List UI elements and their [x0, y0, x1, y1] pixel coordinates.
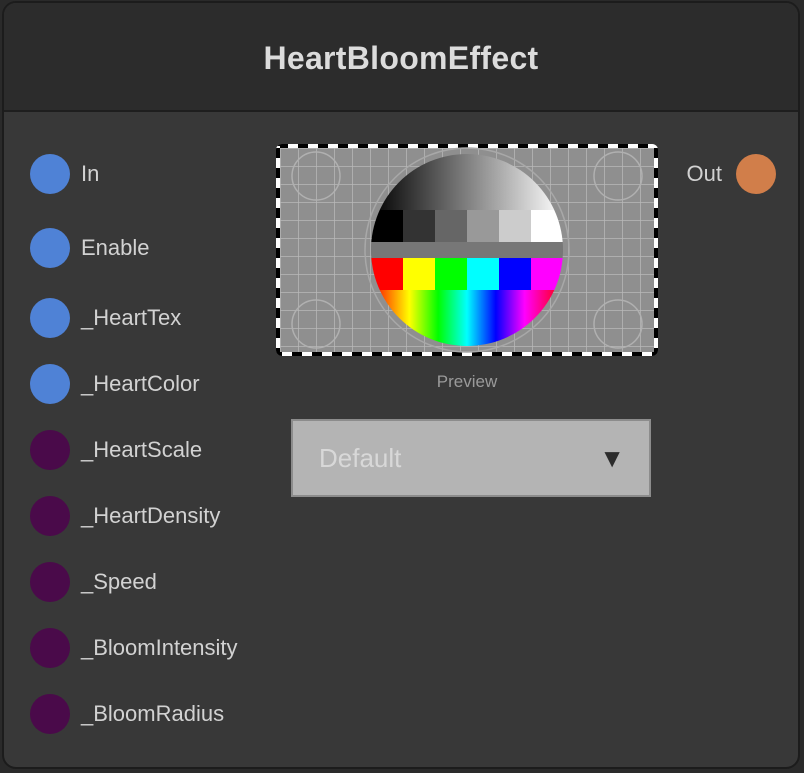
input-port-heart-scale[interactable]: _HeartScale: [30, 430, 202, 470]
input-port-bloom-radius[interactable]: _BloomRadius: [30, 694, 224, 734]
input-port-heart-color[interactable]: _HeartColor: [30, 364, 200, 404]
port-label: _HeartDensity: [81, 503, 221, 528]
input-port-enable[interactable]: Enable: [30, 228, 150, 268]
port-connector-icon[interactable]: [30, 496, 70, 536]
port-connector-icon[interactable]: [30, 154, 70, 194]
input-port-bloom-intensity[interactable]: _BloomIntensity: [30, 628, 238, 668]
input-port-heart-density[interactable]: _HeartDensity: [30, 496, 220, 536]
output-port-out[interactable]: Out: [687, 154, 776, 194]
input-port-in[interactable]: In: [30, 154, 99, 194]
preview-image: [276, 144, 658, 356]
port-label: _HeartScale: [81, 437, 203, 462]
input-port-heart-tex[interactable]: _HeartTex: [30, 298, 181, 338]
port-connector-icon[interactable]: [736, 154, 776, 194]
preview-label: Preview: [436, 372, 498, 391]
node-title: HeartBloomEffect: [263, 40, 539, 76]
port-label: _BloomRadius: [81, 701, 225, 726]
port-connector-icon[interactable]: [30, 628, 70, 668]
port-connector-icon[interactable]: [30, 694, 70, 734]
port-connector-icon[interactable]: [30, 298, 70, 338]
port-label: Enable: [81, 235, 150, 260]
port-label: _HeartTex: [81, 305, 182, 330]
port-label: In: [81, 161, 100, 186]
port-label: _BloomIntensity: [81, 635, 238, 660]
port-label: Out: [686, 161, 722, 186]
port-connector-icon[interactable]: [30, 228, 70, 268]
port-label: _Speed: [81, 569, 157, 594]
port-label: _HeartColor: [81, 371, 200, 396]
dropdown-value: Default: [319, 442, 402, 473]
input-port-speed[interactable]: _Speed: [30, 562, 157, 602]
port-connector-icon[interactable]: [30, 430, 70, 470]
node-header[interactable]: HeartBloomEffect: [4, 3, 798, 112]
port-connector-icon[interactable]: [30, 562, 70, 602]
preview-mode-dropdown[interactable]: Default ▼: [291, 419, 651, 497]
triangle-down-icon: ▼: [599, 443, 625, 473]
port-connector-icon[interactable]: [30, 364, 70, 404]
